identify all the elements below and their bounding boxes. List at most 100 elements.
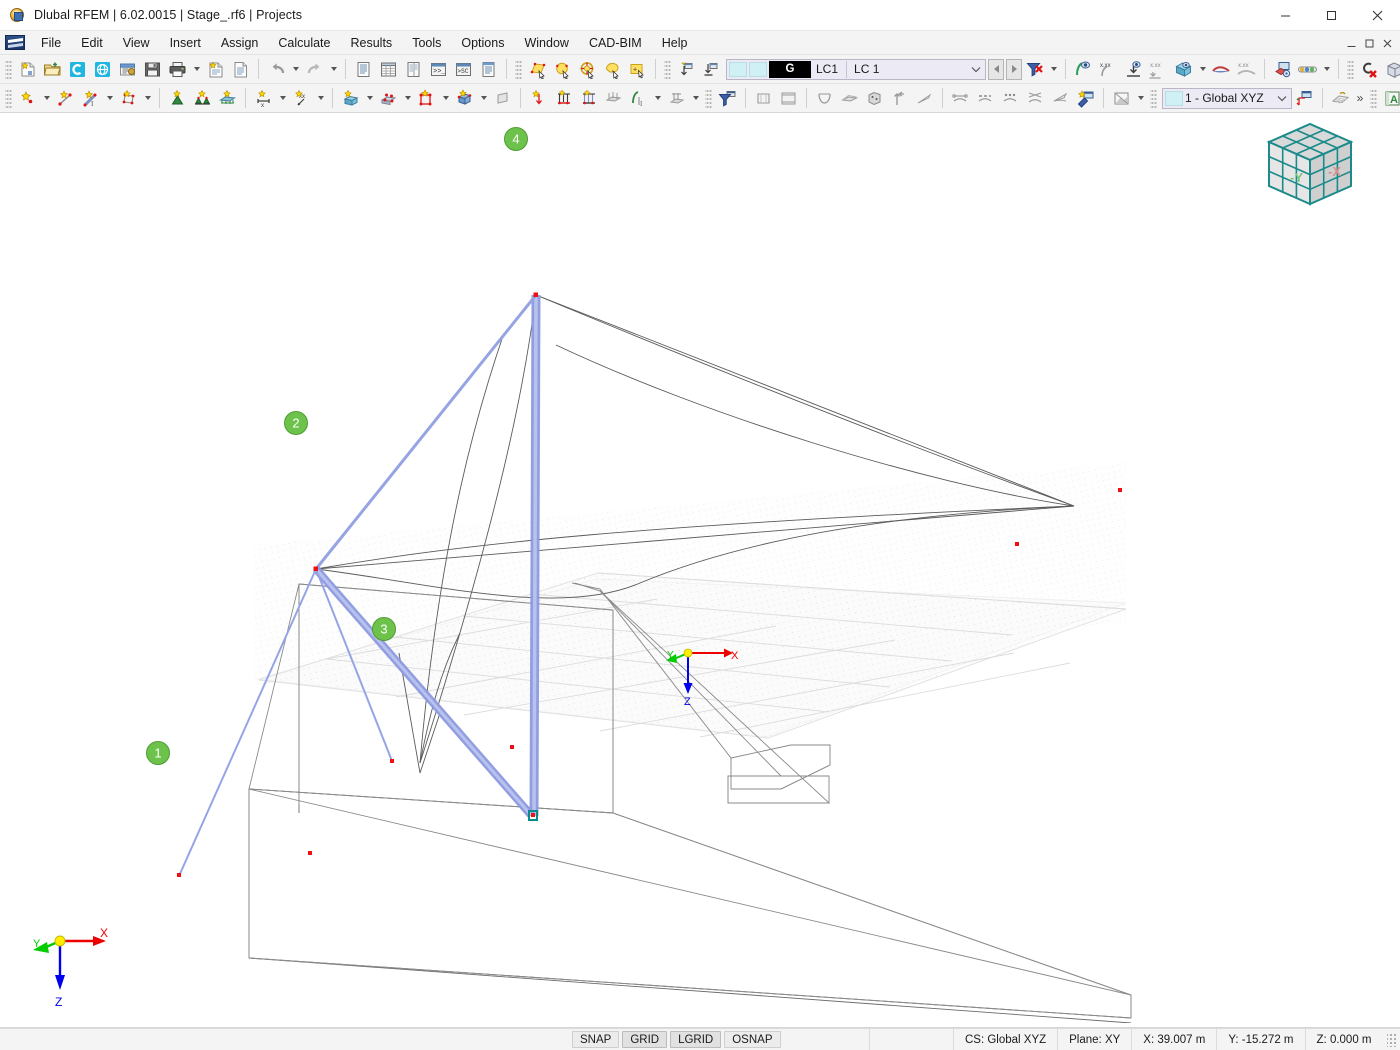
save-button[interactable] <box>140 57 165 82</box>
toolbar-grip-4[interactable] <box>1347 58 1354 80</box>
color-scale-caret-icon[interactable] <box>1320 57 1333 82</box>
table-view-button[interactable] <box>401 57 426 82</box>
new-member-caret-icon[interactable] <box>103 86 116 111</box>
wireframe-button[interactable] <box>1382 57 1400 82</box>
open-model-button[interactable] <box>40 57 65 82</box>
new-node-button[interactable] <box>15 86 40 111</box>
new-member-button[interactable]: I <box>78 86 103 111</box>
line-hinge-caret-icon[interactable] <box>314 86 327 111</box>
select-surface-button[interactable] <box>525 57 550 82</box>
line-release-4-button[interactable] <box>1023 86 1048 111</box>
free-load-caret-icon[interactable] <box>651 86 664 111</box>
menu-item-window[interactable]: Window <box>514 33 578 53</box>
show-loads-button[interactable] <box>674 57 699 82</box>
new-nodal-support-button[interactable] <box>165 86 190 111</box>
navigator-button[interactable] <box>351 57 376 82</box>
new-member-hinge-button[interactable]: x <box>251 86 276 111</box>
new-model-button[interactable] <box>15 57 40 82</box>
show-support-loads-button[interactable] <box>699 57 724 82</box>
new-line-support-button[interactable] <box>190 86 215 111</box>
status-toggle-snap[interactable]: SNAP <box>572 1031 620 1048</box>
line-release-3-button[interactable] <box>998 86 1023 111</box>
new-solid-caret-icon[interactable] <box>363 86 376 111</box>
coordinate-system-selector[interactable]: 1 - Global XYZ <box>1162 87 1292 109</box>
new-surface-load-button[interactable] <box>601 86 626 111</box>
new-opening-button[interactable] <box>376 86 401 111</box>
mdi-close-button[interactable] <box>1379 35 1396 52</box>
new-rigid-link-button[interactable] <box>414 86 439 111</box>
undo-button[interactable] <box>264 57 289 82</box>
undo-dropdown-caret-icon[interactable] <box>289 57 302 82</box>
annotate-toolbar-grip[interactable] <box>1370 87 1377 109</box>
cs-overflow-button[interactable]: » <box>1353 86 1367 111</box>
load-case-next-button[interactable] <box>1006 58 1022 80</box>
user-cs-button[interactable] <box>1292 86 1317 111</box>
window-close-button[interactable] <box>1354 0 1400 31</box>
select-all-button[interactable] <box>575 57 600 82</box>
mesh-button[interactable] <box>751 86 776 111</box>
chevron-down-icon[interactable] <box>967 60 985 79</box>
imperfection-button[interactable] <box>664 86 689 111</box>
reset-view-button[interactable] <box>1357 57 1382 82</box>
render-mode-button[interactable] <box>1109 86 1134 111</box>
data-panel-button[interactable] <box>476 57 501 82</box>
new-cross-section-button[interactable] <box>452 86 477 111</box>
show-values-button[interactable]: x.xx <box>1096 57 1121 82</box>
redo-button[interactable] <box>302 57 327 82</box>
film-button[interactable] <box>776 86 801 111</box>
color-scale-button[interactable] <box>1295 57 1320 82</box>
new-line-load-button[interactable] <box>551 86 576 111</box>
catenary-button[interactable] <box>812 86 837 111</box>
new-load-button[interactable] <box>526 86 551 111</box>
mdi-maximize-button[interactable] <box>1361 35 1378 52</box>
status-toggle-lgrid[interactable]: LGRID <box>670 1031 722 1048</box>
new-member-load-button[interactable] <box>576 86 601 111</box>
script-button[interactable]: >SC <box>451 57 476 82</box>
menu-item-file[interactable]: File <box>31 33 71 53</box>
annotation-button[interactable]: A <box>1380 86 1400 111</box>
menu-item-results[interactable]: Results <box>341 33 403 53</box>
result-table-button[interactable] <box>1171 57 1196 82</box>
taper-button[interactable] <box>912 86 937 111</box>
new-solid-button[interactable] <box>338 86 363 111</box>
select-lasso-button[interactable] <box>600 57 625 82</box>
window-maximize-button[interactable] <box>1308 0 1354 31</box>
new-node-caret-icon[interactable] <box>40 86 53 111</box>
printout-report-button[interactable] <box>203 57 228 82</box>
model-toolbar-grip[interactable] <box>5 87 12 109</box>
menu-item-options[interactable]: Options <box>451 33 514 53</box>
line-release-1-button[interactable] <box>948 86 973 111</box>
menu-item-tools[interactable]: Tools <box>402 33 451 53</box>
view-report-button[interactable] <box>228 57 253 82</box>
view-navigation-cube[interactable]: -Y -X <box>1263 120 1357 210</box>
toolbar-grip-2[interactable] <box>515 58 522 80</box>
clear-filter-button[interactable] <box>1022 57 1047 82</box>
cs-toolbar-grip[interactable] <box>1150 87 1157 109</box>
menu-item-cad-bim[interactable]: CAD-BIM <box>579 33 652 53</box>
menu-item-edit[interactable]: Edit <box>71 33 113 53</box>
line-release-2-button[interactable] <box>973 86 998 111</box>
print-button[interactable] <box>165 57 190 82</box>
console-button[interactable]: >>_ <box>426 57 451 82</box>
line-release-5-button[interactable] <box>1048 86 1073 111</box>
model-viewport[interactable]: X Y Z X Y Z 4 2 3 1 -Y -X <box>0 113 1400 1028</box>
menu-item-calculate[interactable]: Calculate <box>268 33 340 53</box>
select-special-button[interactable] <box>550 57 575 82</box>
cross-section-caret-icon[interactable] <box>477 86 490 111</box>
result-table-caret-icon[interactable] <box>1196 57 1209 82</box>
open-cloud-button[interactable] <box>65 57 90 82</box>
render-deformation-button[interactable] <box>1071 57 1096 82</box>
result-diagram-values-button[interactable]: x.xx <box>1234 57 1259 82</box>
model-info-button[interactable] <box>115 57 140 82</box>
open-webservice-button[interactable] <box>90 57 115 82</box>
workplane-button[interactable] <box>1328 86 1353 111</box>
plate-button[interactable] <box>837 86 862 111</box>
show-results-button[interactable] <box>1121 57 1146 82</box>
toolbar-grip-3[interactable] <box>664 58 671 80</box>
menu-item-view[interactable]: View <box>113 33 160 53</box>
status-toggle-grid[interactable]: GRID <box>622 1031 668 1048</box>
rigid-link-caret-icon[interactable] <box>439 86 452 111</box>
mdi-restore-button[interactable] <box>1343 35 1360 52</box>
new-surface-caret-icon[interactable] <box>141 86 154 111</box>
redo-dropdown-caret-icon[interactable] <box>327 57 340 82</box>
